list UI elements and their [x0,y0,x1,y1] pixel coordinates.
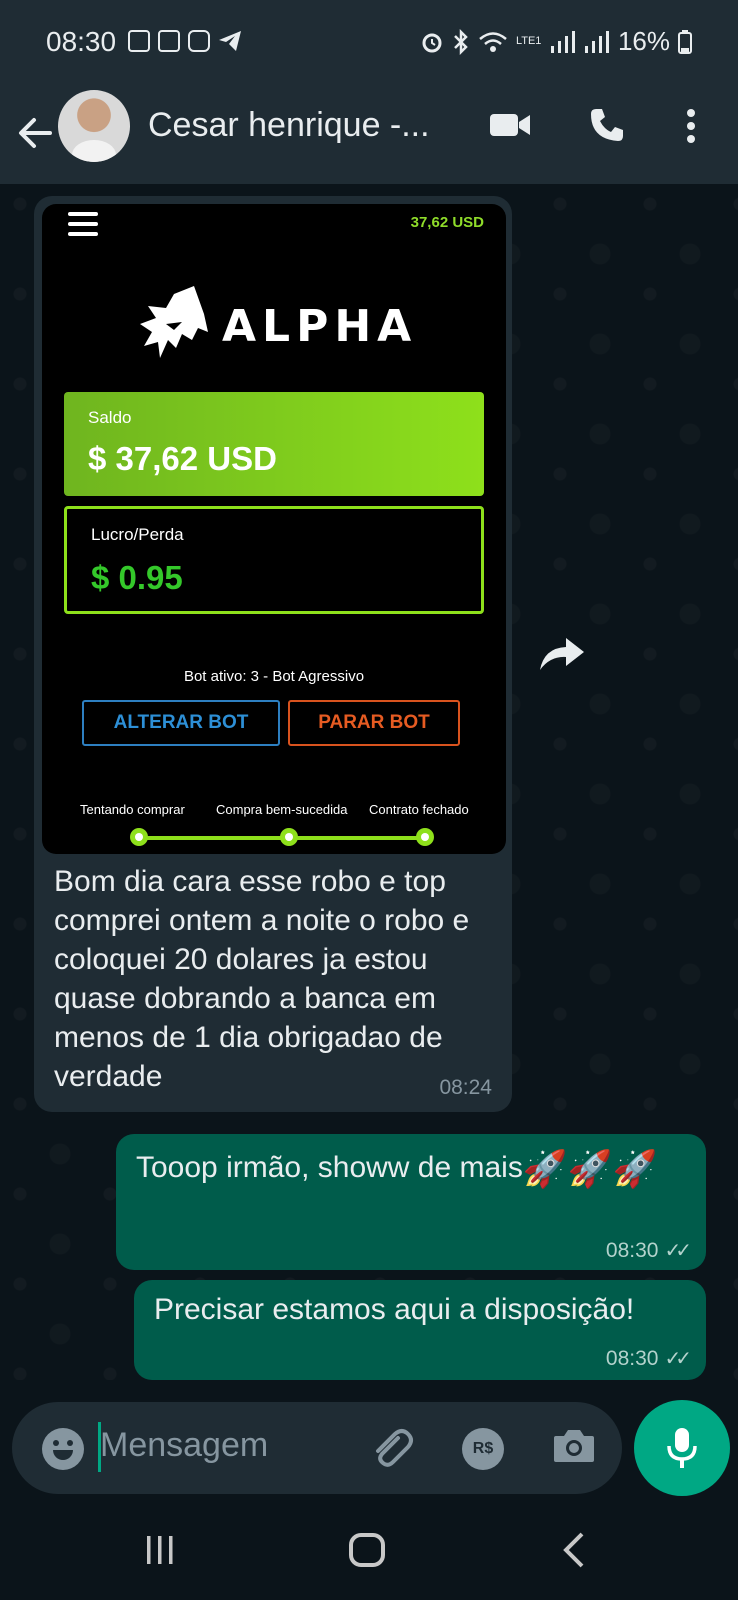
microphone-icon [667,1428,697,1468]
message-time: 08:30 [605,1238,659,1262]
message-time: 08:24 [439,1076,492,1099]
back-arrow-icon[interactable] [16,108,56,158]
home-icon[interactable] [348,1532,386,1568]
step-label: Compra bem-sucedida [216,802,348,817]
outgoing-message-bubble[interactable]: Precisar estamos aqui a disposição! 08:3… [134,1280,706,1380]
signal-icon [550,30,575,53]
contact-avatar[interactable] [58,90,130,162]
bot-active-text: Bot ativo: 3 - Bot Agressivo [183,668,365,685]
payment-icon[interactable]: R$ [462,1428,504,1470]
stop-bot-button: PARAR BOT [288,700,460,746]
profit-label: Lucro/Perda [91,525,184,544]
logo-text: ALPHA [222,300,418,352]
notification-icons [128,30,242,52]
progress-dot [130,828,148,846]
message-text: Tooop irmão, showw de mais🚀🚀🚀 [136,1148,676,1189]
wolf-logo-icon [140,286,208,358]
read-receipt-icon: ✓✓ [664,1240,691,1262]
incoming-message-bubble[interactable]: 37,62 USD ALPHA Saldo $ 37,62 USD Lucro/… [34,196,512,1112]
balance-value: $ 37,62 USD [88,440,277,477]
voicemail-icon [128,30,150,52]
balance-label: Saldo [88,408,132,427]
status-time: 08:30 [46,26,117,57]
voicemail-icon [158,30,180,52]
rocket-emoji: 🚀🚀🚀 [522,1148,658,1190]
top-balance: 37,62 USD [410,214,484,231]
alter-bot-button: ALTERAR BOT [82,700,280,746]
telegram-icon [219,31,241,51]
message-status: 08:30 ✓✓ [605,1238,692,1263]
back-nav-icon[interactable] [562,1532,586,1568]
battery-icon [678,29,692,54]
video-call-icon[interactable] [488,110,532,140]
contact-name[interactable]: Cesar henrique -... [148,106,430,145]
message-image[interactable]: 37,62 USD ALPHA Saldo $ 37,62 USD Lucro/… [42,204,506,854]
profit-card: Lucro/Perda $ 0.95 [64,506,484,614]
more-options-icon[interactable] [686,108,696,144]
chat-header: Cesar henrique -... [0,88,738,184]
status-bar: 08:30 LTE1 16% [0,0,738,88]
emoji-icon[interactable] [42,1428,84,1470]
progress-track [132,836,424,840]
voice-message-button[interactable] [634,1400,730,1496]
recent-apps-icon[interactable] [144,1534,176,1566]
step-label: Tentando comprar [80,802,185,817]
progress-dot [416,828,434,846]
message-input[interactable]: Mensagem [100,1426,268,1465]
voice-call-icon[interactable] [588,106,626,144]
progress-dot [280,828,298,846]
message-text-content: Tooop irmão, showw de mais [136,1151,523,1184]
system-nav-bar [0,1500,738,1600]
message-text: Precisar estamos aqui a disposição! [154,1293,635,1326]
balance-card: Saldo $ 37,62 USD [64,392,484,496]
step-label: Contrato fechado [369,802,469,817]
read-receipt-icon: ✓✓ [664,1348,691,1370]
network-type: LTE1 [515,35,542,47]
message-status: 08:30 ✓✓ [605,1346,692,1371]
alarm-icon [422,33,442,52]
message-time: 08:30 [605,1346,659,1370]
message-composer[interactable]: Mensagem R$ [12,1402,622,1494]
wifi-icon [479,31,507,52]
profit-value: $ 0.95 [91,559,183,596]
forward-icon[interactable] [538,636,586,672]
instagram-icon [188,30,210,52]
system-indicators: LTE1 16% [420,26,692,57]
bluetooth-icon [454,28,468,55]
battery-percent: 16% [617,26,670,56]
menu-icon [68,212,98,242]
message-text: Bom dia cara esse robo e top comprei ont… [54,865,470,1093]
alpha-logo: ALPHA [138,284,417,368]
signal-icon [584,30,609,53]
camera-icon[interactable] [552,1426,596,1466]
attach-icon[interactable] [368,1424,414,1470]
outgoing-message-bubble[interactable]: Tooop irmão, showw de mais🚀🚀🚀 08:30 ✓✓ [116,1134,706,1270]
